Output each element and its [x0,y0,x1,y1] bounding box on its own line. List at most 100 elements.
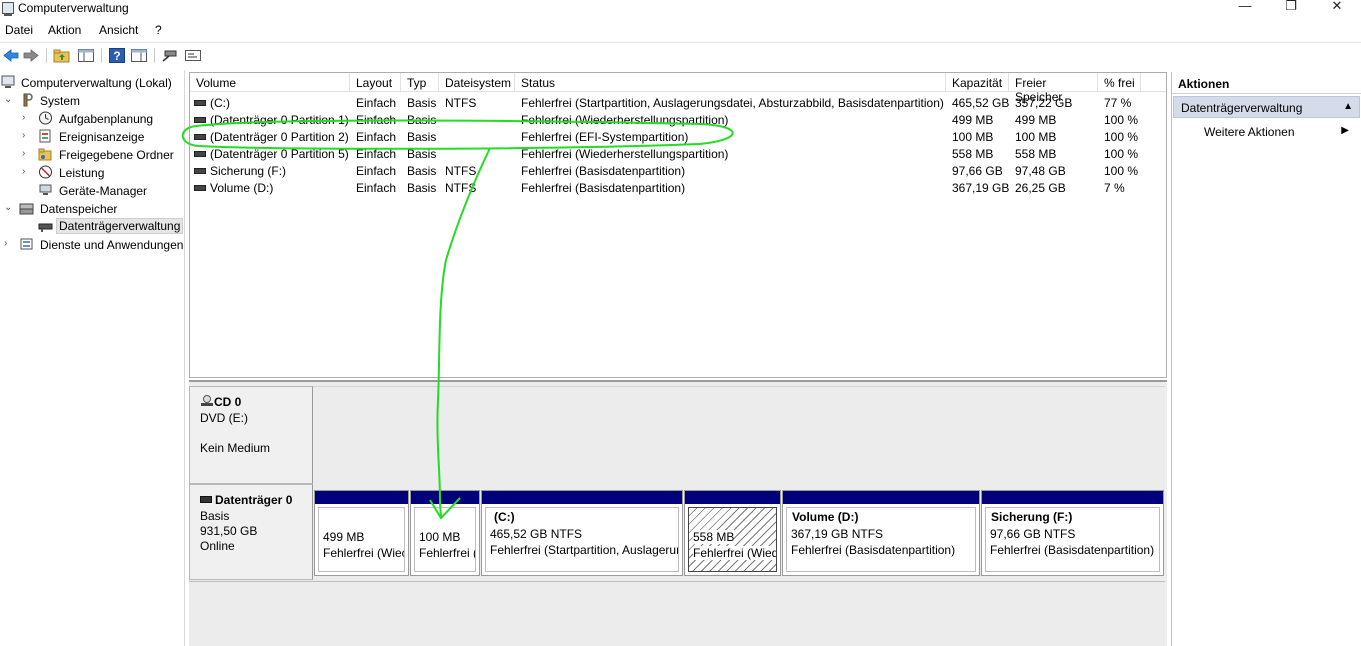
tree-label: Freigegebene Ordner [59,148,174,162]
chevron-right-icon[interactable]: › [22,130,32,141]
column-header-row: Volume Layout Typ Dateisystem Status Kap… [190,73,1166,104]
partition-bar [411,491,479,504]
properties-icon[interactable] [130,47,148,64]
table-row[interactable]: Sicherung (F:) Einfach Basis NTFS Fehler… [190,162,1166,179]
cell-status: Fehlerfrei (Basisdatenpartition) [521,181,686,195]
cell-layout: Einfach [356,181,397,195]
partition-size: 97,66 GB NTFS [990,527,1076,541]
partition-block[interactable]: 100 MB Fehlerfrei ( [410,490,480,576]
chevron-down-icon[interactable]: ⌄ [4,202,14,213]
up-folder-icon[interactable] [53,47,71,64]
cell-dateisystem: NTFS [445,181,477,195]
chevron-right-icon[interactable]: › [22,112,32,123]
drive-icon [194,116,206,123]
partition-inner: Volume (D:) 367,19 GB NTFS Fehlerfrei (B… [786,507,976,572]
submenu-arrow-icon[interactable]: ▶ [1341,125,1349,136]
menu-help[interactable]: ? [155,23,162,37]
computer-management-icon [1,75,15,88]
forward-icon[interactable] [22,47,40,64]
cell-prozent: 100 % [1104,113,1139,127]
close-button[interactable]: ✕ [1314,0,1360,16]
chevron-right-icon[interactable]: › [22,148,32,159]
cell-volume: (Datenträger 0 Partition 2) [210,130,348,144]
partition-bar [685,491,780,504]
menu-ansicht[interactable]: Ansicht [99,23,138,37]
disk-label-disk0[interactable]: Datenträger 0 Basis 931,50 GB Online [189,484,313,580]
cell-frei: 26,25 GB [1015,181,1066,195]
table-row[interactable]: (Datenträger 0 Partition 5) Einfach Basi… [190,145,1166,162]
partition-block[interactable]: 558 MB Fehlerfrei (Wied [684,490,781,576]
more-actions-link[interactable]: Weitere Aktionen [1204,125,1295,139]
partition-status: Fehlerfrei (Basisdatenpartition) [791,543,956,557]
column-header-typ[interactable]: Typ [401,73,439,92]
menu-bar: Datei Aktion Ansicht ? [0,20,1361,40]
drive-icon [194,184,206,191]
disk-label-cd0[interactable]: CD 0 DVD (E:) Kein Medium [189,386,313,484]
column-header-layout[interactable]: Layout [350,73,401,92]
partition-bar [315,491,408,504]
partition-status: Fehlerfrei (Basisdatenpartition) [990,543,1155,557]
tree-label: Computerverwaltung (Lokal) [21,76,172,90]
connect-disk-icon[interactable] [161,47,179,64]
tree-label: Datenträgerverwaltung [56,218,184,234]
actions-header: Aktionen [1172,72,1361,94]
chevron-down-icon[interactable]: ⌄ [4,94,14,105]
partition-block[interactable]: (C:) 465,52 GB NTFS Fehlerfrei (Startpar… [481,490,683,576]
cell-typ: Basis [407,147,437,161]
column-header-freier-speicher[interactable]: Freier Speicher [1009,73,1098,104]
tree-label: Aufgabenplanung [59,112,154,126]
event-viewer-icon [39,129,51,143]
cell-prozent: 77 % [1104,96,1132,110]
column-header-kapazitaet[interactable]: Kapazität [946,73,1009,92]
partition-inner: 558 MB Fehlerfrei (Wied [688,507,777,572]
partition-title: Volume (D:) [792,510,859,524]
cell-frei: 97,48 GB [1015,164,1066,178]
chevron-right-icon[interactable]: › [22,166,32,177]
column-header-volume[interactable]: Volume [190,73,350,92]
column-header-dateisystem[interactable]: Dateisystem [439,73,515,92]
column-header-status[interactable]: Status [515,73,946,92]
console-icon[interactable] [184,47,202,64]
window-title: Computerverwaltung [18,1,129,15]
partition-block[interactable]: 499 MB Fehlerfrei (Wiec [314,490,409,576]
column-header-prozent-frei[interactable]: % frei [1098,73,1141,92]
toolbar-separator [46,48,47,63]
minimize-button[interactable]: — [1222,0,1268,16]
table-row[interactable]: Volume (D:) Einfach Basis NTFS Fehlerfre… [190,179,1166,196]
collapse-up-icon[interactable]: ▲ [1343,101,1353,112]
chevron-right-icon[interactable]: › [4,238,14,249]
tools-icon [23,93,33,107]
table-row[interactable]: (Datenträger 0 Partition 1) Einfach Basi… [190,111,1166,128]
table-row[interactable]: (Datenträger 0 Partition 2) Einfach Basi… [190,128,1166,145]
cell-kapazitaet: 97,66 GB [952,164,1003,178]
partition-inner: 100 MB Fehlerfrei ( [414,507,476,572]
partition-inner: 499 MB Fehlerfrei (Wiec [318,507,405,572]
cell-frei: 357,22 GB [1015,96,1073,110]
cell-typ: Basis [407,181,437,195]
partition-block[interactable]: Sicherung (F:) 97,66 GB NTFS Fehlerfrei … [981,490,1164,576]
actions-section-datentraegerverwaltung[interactable]: Datenträgerverwaltung ▲ [1173,96,1360,118]
table-row[interactable]: (C:) Einfach Basis NTFS Fehlerfrei (Star… [190,94,1166,111]
storage-icon [19,203,34,215]
cell-status: Fehlerfrei (Wiederherstellungspartition) [521,113,729,127]
partition-bar [982,491,1163,504]
show-hide-tree-icon[interactable] [77,47,95,64]
cd-name: CD 0 [214,395,242,409]
cell-typ: Basis [407,130,437,144]
cell-layout: Einfach [356,113,397,127]
partition-block[interactable]: Volume (D:) 367,19 GB NTFS Fehlerfrei (B… [782,490,980,576]
toolbar-separator [101,48,102,63]
cell-layout: Einfach [356,164,397,178]
cell-volume: Volume (D:) [210,181,274,195]
tree-label: Ereignisanzeige [59,130,145,144]
menu-aktion[interactable]: Aktion [48,23,81,37]
menu-datei[interactable]: Datei [5,23,33,37]
back-icon[interactable] [2,47,20,64]
cell-prozent: 100 % [1104,130,1139,144]
tree-label: System [40,94,81,108]
cell-frei: 499 MB [1015,113,1057,127]
help-icon[interactable]: ? [108,47,126,64]
disk0-line3: Online [200,539,235,553]
cell-dateisystem: NTFS [445,96,477,110]
restore-button[interactable]: ❐ [1268,0,1314,16]
